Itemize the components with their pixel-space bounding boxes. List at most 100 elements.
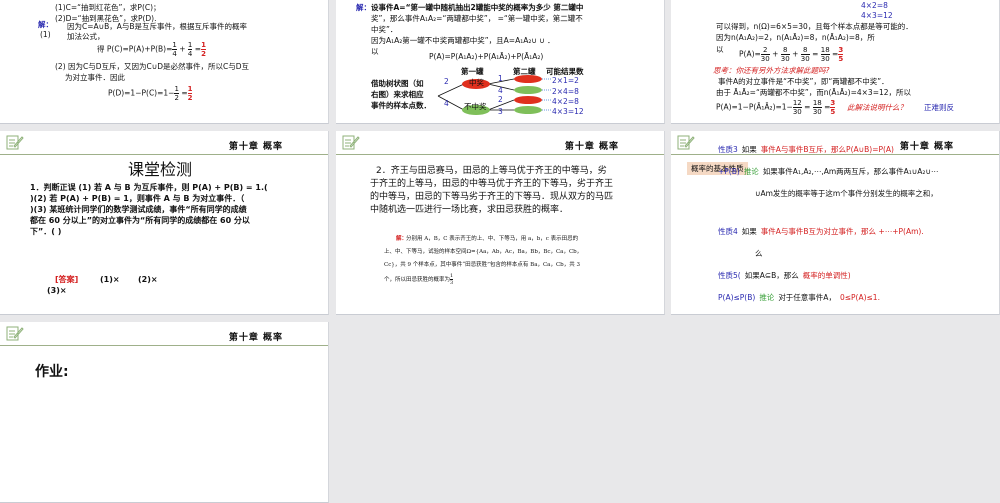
slide-header: 第十章 概率	[336, 131, 664, 155]
fraction: 8 30	[800, 46, 810, 63]
property-r: 概率的单调性)	[802, 271, 851, 280]
den: 30	[812, 108, 822, 116]
question-line: 的中等马，田忌的下等马劣于齐王的下等马．现从双方的马匹	[370, 192, 614, 202]
solution-line: 中奖”．	[371, 25, 398, 34]
notepad-pen-icon	[677, 135, 695, 150]
question-line: 1．判断正误 (1) 若 A 与 B 为互斥事件，则 P(A) + P(B) =…	[30, 183, 268, 192]
property-r: 事件A与事件B互为对立事件，那么 +⋯+P(Am).	[760, 227, 924, 236]
den: 5	[838, 55, 844, 63]
result-count: 4×3=12	[861, 11, 893, 20]
fraction: 18 30	[820, 46, 830, 63]
property-g: 推论	[759, 293, 775, 302]
tree-label: 借助树状图（如	[371, 79, 424, 88]
property-k: P(A)≤P(B)	[718, 293, 756, 302]
fraction: 13	[450, 273, 454, 286]
formula-pa: P(A)= 2 30 + 8 30 + 8 30 = 18 30 = 3 5	[739, 46, 844, 63]
slide-thumbnail-2[interactable]: 解： 设事件A=“第一罐中随机抽出2罐能中奖的概率为多少 第二罐中 奖”，那么事…	[336, 0, 665, 124]
property-t: 如果	[741, 145, 757, 154]
fraction-result: 12	[187, 85, 193, 102]
num: 2	[760, 46, 770, 55]
den: 5	[830, 108, 836, 116]
num: 3	[830, 99, 836, 108]
question-line: 下”．( )	[30, 227, 62, 236]
solution-line: 个，所以田忌获胜的概率为 1 3	[384, 273, 454, 286]
fraction: 18 30	[812, 99, 822, 116]
den: 30	[800, 55, 810, 63]
result-count: 4×3=12	[552, 107, 584, 116]
formula-text: P(A)=	[739, 49, 761, 59]
slide-thumbnail-3[interactable]: 4×2=8 4×3=12 可以得到，n(Ω)=6×5=30，且每个样本点都是等可…	[671, 0, 1000, 124]
den: 2	[187, 94, 193, 102]
den: 3	[450, 280, 454, 286]
question-line: 于齐王的上等马，田忌的中等马优于齐王的下等马，劣于齐王	[370, 179, 614, 189]
num: 8	[800, 46, 810, 55]
num: 18	[812, 99, 822, 108]
den: 2	[201, 50, 206, 58]
answer: (1)×	[100, 275, 120, 284]
solution-line: (2) 因为C与D互斥，又因为C∪D是必然事件，所以C与D互	[55, 62, 250, 71]
fraction: 12	[174, 85, 179, 102]
solution-line: 因为n(A₁A₂)=2，n(A₁Ā₂)=8，n(Ā₁A₂)=8，所	[716, 33, 875, 42]
property-k: 性质3	[718, 145, 738, 154]
property-r: 0≤P(A)≤1.	[839, 293, 880, 302]
solution-line: 奖”，那么事件A₁A₂=“两罐都中奖”， =“第一罐中奖，第二罐不	[371, 14, 583, 23]
think-prompt: 思考：你还有另外方法求解此题吗?	[713, 66, 830, 75]
slide-title: 课堂检测	[128, 160, 193, 179]
property-k: +P(B)	[718, 167, 740, 176]
property-row: +P(B) 推论 如果事件A₁,A₂,⋯,Am两两互斥，那么事件A₁∪A₂∪⋯	[718, 166, 942, 177]
question-1: (1)C=“抽到红花色”，求P(C)；	[55, 3, 161, 12]
property-t: 如果A⊆B，那么	[744, 271, 799, 280]
formula-pc: 得 P(C)=P(A)+P(B)= 1 4 + 14 = 1 2	[97, 41, 206, 58]
property-row: ∪Am发生的概率等于这m个事件分别发生的概率之和，	[751, 188, 942, 199]
fraction: 2 30	[760, 46, 770, 63]
num: 12	[792, 99, 802, 108]
notepad-pen-icon	[342, 135, 360, 150]
node-label: 中奖	[469, 78, 484, 87]
solution-line: 以	[371, 47, 379, 56]
fraction: 14	[172, 41, 177, 58]
num: 18	[820, 46, 830, 55]
solution-text: 个，所以田忌获胜的概率为	[384, 277, 451, 283]
property-t: 如果	[741, 227, 757, 236]
property-k: 性质4	[718, 227, 738, 236]
property-row: 性质5(如果A⊆B，那么 概率的单调性)	[718, 270, 855, 281]
num: 1	[187, 85, 193, 94]
homework-title: 作业:	[35, 364, 69, 380]
den: 4	[187, 50, 193, 58]
property-t: 么	[755, 249, 763, 258]
formula-pd: P(D)=1−P(C)=1− 1 2 = 1 2	[108, 85, 193, 102]
fraction-result: 35	[838, 46, 844, 63]
question-line: 中随机选一匹进行一场比赛，求田忌获胜的概率．	[370, 205, 569, 215]
solution-line: 由于 Ā₁Ā₂=“两罐都不中奖”，而n(Ā₁Ā₂)=4×3=12，所以	[716, 88, 912, 97]
num: 1	[172, 41, 177, 50]
formula-text: P(A)=1−P(Ā₁Ā₂)=1−	[716, 102, 793, 112]
node-win	[514, 75, 542, 83]
slide-thumbnail-4[interactable]: 第十章 概率 课堂检测 1．判断正误 (1) 若 A 与 B 为互斥事件，则 P…	[0, 131, 329, 315]
chapter-title: 第十章 概率	[564, 142, 619, 152]
property-t: ∪Am发生的概率等于这m个事件分别发生的概率之和，	[755, 189, 938, 198]
branch-weight: 4	[444, 99, 449, 108]
slide-thumbnail-1[interactable]: (1)C=“抽到红花色”，求P(C)； (2)D=“抽到黑花色”，求P(D). …	[0, 0, 329, 124]
node-lose	[514, 86, 542, 94]
formula-text: 得 P(C)=P(A)+P(B)=	[97, 44, 173, 54]
plus: +	[179, 44, 186, 54]
slide-thumbnail-5[interactable]: 第十章 概率 2．齐王与田忌赛马，田忌的上等马优于齐王的中等马，劣 于齐王的上等…	[336, 131, 665, 315]
chapter-title: 第十章 概率	[228, 333, 283, 343]
fraction: 14	[187, 41, 193, 58]
property-g: 推论	[743, 167, 759, 176]
solution-line: 上、中、下等马，试验的样本空间Ω={Aa，Ab，Ac，Ba，Bb，Bc，Ca，C…	[384, 249, 583, 255]
node-label: 不中奖	[464, 102, 487, 111]
fraction-result: 12	[201, 41, 206, 58]
solution-line: 以	[716, 45, 724, 54]
formula-text: P(D)=1−P(C)=1−	[108, 88, 175, 98]
question-line: 2．齐王与田忌赛马，田忌的上等马优于齐王的中等马，劣	[376, 166, 607, 176]
part-1-label: (1)	[40, 30, 51, 39]
answer: (3)×	[47, 286, 67, 295]
property-row: 性质6设A、B是一个随机试验中的两个事件，有	[718, 314, 884, 315]
fraction: 12 30	[792, 99, 802, 116]
solution-line: Cc}，共 9 个样本点，其中事件“田忌获胜”包含的样本点有 Ba，Ca，Cb，…	[384, 262, 580, 268]
property-k: 性质5(	[718, 271, 741, 280]
slide-thumbnail-7[interactable]: 第十章 概率 作业:	[0, 322, 329, 503]
den: 30	[792, 108, 802, 116]
slide-thumbnail-6[interactable]: 第十章 概率 概率的基本性质 性质1对任意的事件A，都有≥0.性质2必然事件的概…	[671, 131, 1000, 315]
